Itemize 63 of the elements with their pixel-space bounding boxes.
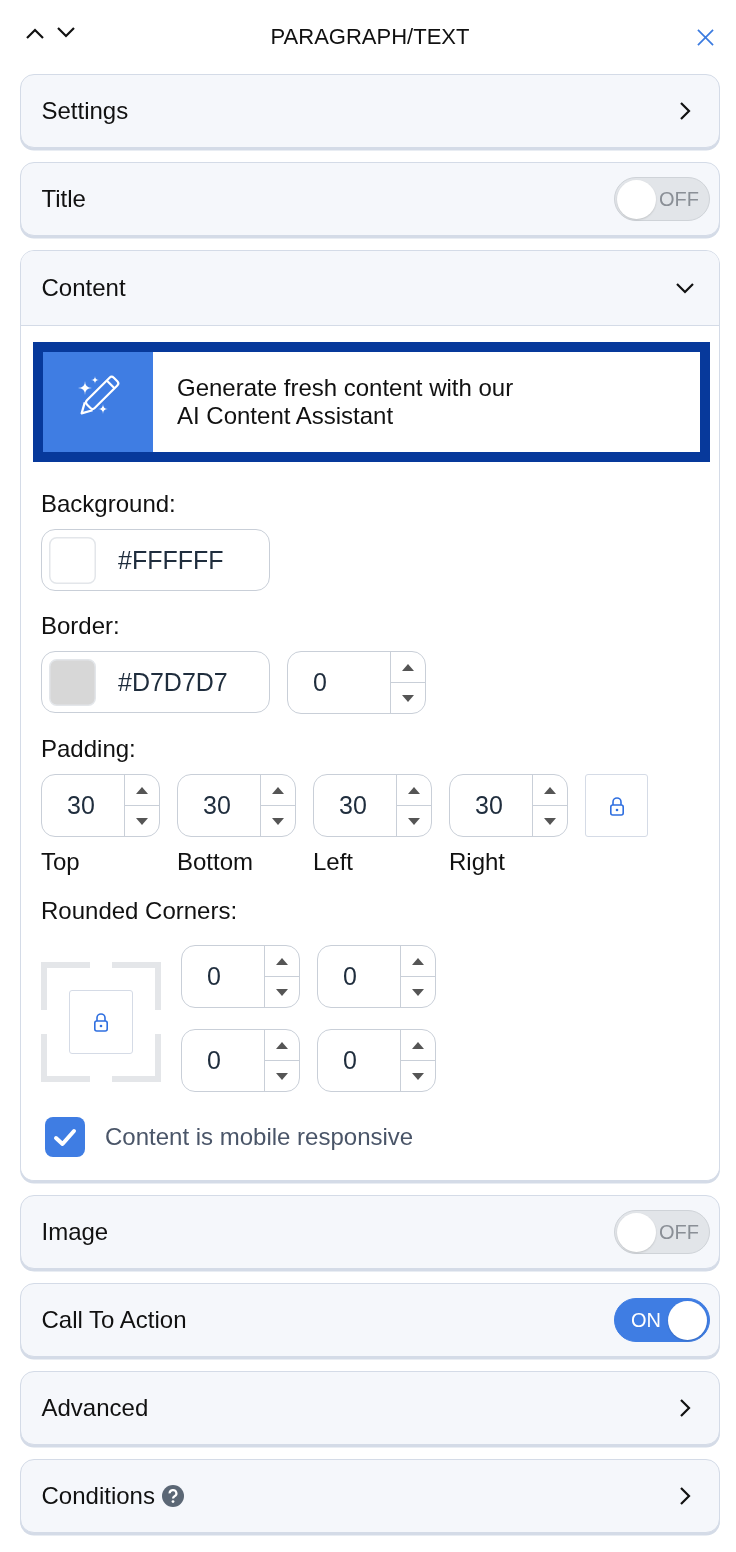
step-up-icon[interactable] (136, 786, 148, 794)
toggle-switch[interactable]: ON (614, 1298, 710, 1342)
chevron-down-icon[interactable] (56, 27, 76, 39)
field-caption: Top (41, 848, 81, 876)
checkbox[interactable] (45, 1117, 85, 1157)
step-up-icon[interactable] (412, 1041, 424, 1049)
step-up-icon[interactable] (402, 663, 414, 671)
number-field[interactable]: 0 (181, 1029, 300, 1092)
ai-assistant-button[interactable]: Generate fresh content with our AI Content Assistant (33, 342, 710, 462)
color-swatch-icon[interactable] (49, 658, 96, 706)
step-up-icon[interactable] (276, 957, 288, 965)
lock-icon (93, 1011, 109, 1032)
toggle-knob-icon (617, 1212, 656, 1252)
section-header[interactable]: Content (21, 251, 719, 326)
number-field[interactable]: 30 (313, 774, 432, 837)
field-label: Background: (41, 490, 177, 518)
section-title: Call To Action (41, 1306, 187, 1334)
number-field[interactable]: 30 (41, 774, 160, 837)
number-field[interactable]: 0 (181, 945, 300, 1008)
field-caption: Right (449, 848, 507, 876)
color-swatch-icon[interactable] (49, 536, 96, 584)
step-up-icon[interactable] (408, 786, 420, 794)
step-up-icon[interactable] (544, 786, 556, 794)
number-field[interactable]: 30 (449, 774, 568, 837)
pencil-sparkle-icon (43, 352, 153, 452)
field-label: Padding: (41, 735, 137, 763)
lock-button[interactable] (69, 989, 133, 1054)
color-field[interactable]: #D7D7D7 (41, 651, 270, 713)
step-up-icon[interactable] (412, 957, 424, 965)
section-title: Image (41, 1218, 109, 1246)
step-up-icon[interactable] (276, 1041, 288, 1049)
step-down-icon[interactable] (408, 817, 420, 825)
step-down-icon[interactable] (136, 817, 148, 825)
toggle-knob-icon (668, 1300, 707, 1340)
step-down-icon[interactable] (276, 1072, 288, 1080)
field-caption: Bottom (177, 848, 255, 876)
lock-icon (608, 795, 625, 816)
step-down-icon[interactable] (412, 988, 424, 996)
number-field[interactable]: 30 (177, 774, 296, 837)
step-down-icon[interactable] (272, 817, 284, 825)
section-header[interactable]: Advanced (20, 1371, 720, 1445)
number-field[interactable]: 0 (317, 1029, 436, 1092)
step-up-icon[interactable] (272, 786, 284, 794)
help-icon[interactable] (161, 1485, 184, 1507)
step-down-icon[interactable] (276, 988, 288, 996)
lock-button[interactable] (585, 774, 648, 837)
number-field[interactable]: 0 (317, 945, 436, 1008)
toggle-knob-icon (617, 179, 656, 219)
color-field[interactable]: #FFFFFF (41, 529, 270, 591)
number-field[interactable]: 0 (287, 651, 426, 714)
field-label: Rounded Corners: (41, 897, 239, 925)
checkbox-label: Content is mobile responsive (105, 1123, 414, 1151)
field-label: Border: (41, 612, 121, 640)
section-header[interactable]: Conditions (20, 1459, 720, 1533)
field-caption: Left (313, 848, 355, 876)
step-down-icon[interactable] (402, 694, 414, 702)
step-down-icon[interactable] (412, 1072, 424, 1080)
close-icon[interactable] (697, 28, 714, 46)
section-header[interactable]: Settings (20, 74, 720, 148)
step-down-icon[interactable] (544, 817, 556, 825)
panel-title: PARAGRAPH/TEXT (270, 24, 470, 50)
chevron-up-icon[interactable] (25, 27, 45, 39)
section-title: Title (41, 185, 86, 213)
